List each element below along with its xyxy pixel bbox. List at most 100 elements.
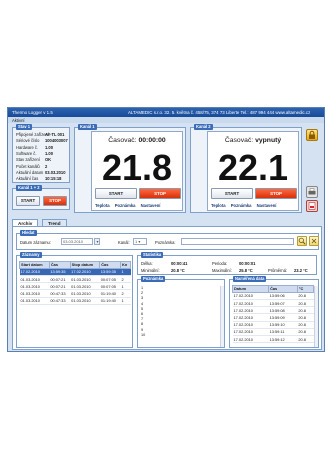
column-header[interactable]: Kn	[120, 261, 131, 269]
column-header[interactable]: Čas	[48, 261, 71, 269]
measured-data-table: Datum Čas °C 17.02.2010 13:59:06 20.8 17.02.2…	[231, 285, 315, 344]
table-cell: 13:59:08	[268, 306, 298, 315]
statistics-panel: Statistika Délka: 00:00:41 Perioda: 00:0…	[137, 252, 317, 275]
status-key: Aktuální čas	[16, 176, 39, 182]
channel-2-stop-button[interactable]: STOP	[255, 188, 297, 199]
table-row[interactable]: 17.02.2010 13:59:12 20.8	[232, 335, 314, 344]
channel-1-panel: Kanál 1 Časovač: 00:00:00 21.8 START STO…	[74, 124, 186, 213]
menu-item-aktivni[interactable]: Aktivní	[12, 118, 25, 123]
table-row[interactable]: 01.03.2010 00:07:21 01.03.2010 00:07:05 1	[19, 282, 131, 291]
table-cell: 13:59:11	[268, 328, 298, 336]
stat-period-label: Perioda:	[212, 261, 228, 266]
table-row[interactable]: 01.03.2010 00:07:21 01.03.2010 00:07:05 2	[19, 275, 131, 284]
archive-content: Hledat Datum záznamu: 03.03.2010 ▾ Kanál…	[12, 226, 322, 350]
table-cell: 17.02.2010	[232, 313, 269, 322]
channel-2-link-poznamka[interactable]: Poznámka	[231, 203, 252, 208]
column-header[interactable]: °C	[296, 285, 315, 293]
search-icon[interactable]	[297, 236, 307, 246]
table-cell: 01.03.2010	[70, 297, 100, 305]
channel-1-timer-value: 00:00:00	[138, 137, 166, 144]
date-dropdown-icon[interactable]: ▾	[94, 238, 100, 245]
note-panel-label: Poznámka	[141, 276, 166, 282]
date-field[interactable]: 03.03.2010	[61, 238, 93, 245]
note-line-number: 10	[141, 332, 146, 337]
table-cell: 1	[120, 268, 131, 276]
print-icon[interactable]	[306, 186, 318, 198]
status-value: 03.03.2010	[45, 169, 66, 175]
status-value: AY-TL 001	[45, 132, 65, 137]
table-cell: 13:59:09	[268, 313, 298, 322]
channel-1-link-nastaveni[interactable]: Nastavení	[141, 203, 161, 208]
channel-both-panel: Kanál 1 + 2 START STOP	[12, 185, 70, 210]
table-cell: 20.8	[297, 306, 314, 315]
table-row[interactable]: 01.03.2010 00:47:33 01.03.2010 01:19:40 1	[19, 297, 131, 305]
column-header[interactable]: Stop datum	[69, 261, 101, 269]
table-row[interactable]: 17.02.2010 13:59:09 20.8	[232, 313, 314, 322]
menu-bar: Aktivní	[8, 117, 324, 123]
column-header[interactable]: Čas	[99, 261, 122, 269]
channel-2-link-teplota[interactable]: Teplota	[211, 203, 226, 208]
channel-field[interactable]: 1 ▾	[133, 238, 147, 245]
status-value: 1.00	[45, 150, 53, 156]
table-cell: 13:59:06	[268, 292, 298, 300]
main-window: Thermo Logger v 1.5 ALTAMEDIC s.r.o. 32.…	[7, 107, 325, 352]
channel-2-links: Teplota Poznámka Nastavení	[211, 203, 280, 208]
lock-icon[interactable]	[306, 129, 318, 141]
table-cell: 01.03.2010	[19, 289, 50, 298]
table-cell: 00:47:33	[49, 289, 71, 298]
table-cell: 17.02.2010	[19, 268, 50, 276]
table-row[interactable]: 17.02.2010 13:59:07 20.8	[232, 299, 314, 308]
table-cell: 20.8	[297, 299, 314, 308]
export-icon[interactable]	[306, 200, 318, 212]
date-label: Datum záznamu:	[20, 240, 51, 245]
records-panel: Záznamy Start datum Čas Stop datum Čas Kn 17…	[16, 252, 133, 348]
stop-all-button[interactable]: STOP	[43, 196, 67, 206]
channel-1-start-button[interactable]: START	[95, 188, 137, 199]
table-cell: 13:59:35	[99, 268, 121, 276]
table-cell: 20.8	[297, 335, 314, 344]
channel-1-link-teplota[interactable]: Teplota	[95, 203, 110, 208]
records-table: Start datum Čas Stop datum Čas Kn 17.02.2010…	[19, 261, 131, 305]
stat-period-value: 00:00:01	[239, 261, 256, 266]
column-header[interactable]: Start datum	[19, 261, 50, 269]
channel-1-link-poznamka[interactable]: Poznámka	[115, 203, 136, 208]
channel-2-panel: Kanál 2 Časovač: vypnutý 22.1 START STOP…	[190, 124, 302, 213]
channel-2-start-button[interactable]: START	[211, 188, 253, 199]
column-header[interactable]: Datum	[231, 285, 270, 293]
channel-2-temperature: 22.1	[217, 147, 289, 188]
table-cell: 13:59:07	[268, 299, 298, 308]
channel-1-timer-label: Časovač:	[108, 137, 137, 144]
channel-2-display: Časovač: vypnutý 22.1 START STOP Teplota…	[207, 131, 299, 211]
table-row[interactable]: 17.02.2010 13:59:10 20.8	[232, 321, 314, 329]
statistics-panel-label: Statistika	[141, 252, 164, 258]
status-value: 10:15:18	[45, 176, 62, 182]
table-cell: 17.02.2010	[232, 299, 269, 308]
column-header[interactable]: Čas	[268, 285, 298, 293]
table-row[interactable]: 01.03.2010 00:47:33 01.03.2010 01:19:40 2	[19, 289, 131, 298]
table-cell: 2	[120, 289, 131, 298]
table-row[interactable]: 17.02.2010 13:59:11 20.8	[232, 328, 314, 336]
clear-icon[interactable]	[309, 236, 319, 246]
table-cell: 01.03.2010	[70, 282, 100, 291]
start-all-button[interactable]: START	[16, 196, 40, 206]
status-key: Aktuální datum	[16, 169, 44, 175]
table-row[interactable]: 17.02.2010 13:59:06 20.8	[232, 292, 314, 300]
measured-data-panel: Naměřená data Datum Čas °C 17.02.2010 13:59…	[229, 276, 319, 348]
table-row[interactable]: 17.02.2010 13:59:08 20.8	[232, 306, 314, 315]
table-cell: 01:19:40	[99, 297, 121, 305]
note-search-input[interactable]	[181, 238, 294, 245]
status-value: OK	[45, 157, 52, 163]
table-row[interactable]: 17.02.2010 13:59:35 17.02.2010 13:59:35 1	[19, 268, 131, 276]
status-value: 2	[45, 163, 48, 169]
measured-data-scrollbar[interactable]	[314, 286, 318, 347]
table-cell: 13:59:35	[49, 268, 71, 276]
table-cell: 17.02.2010	[232, 328, 269, 336]
measured-data-label: Naměřená data	[233, 276, 267, 282]
channel-1-stop-button[interactable]: STOP	[139, 188, 181, 199]
channel-2-link-nastaveni[interactable]: Nastavení	[257, 203, 277, 208]
search-panel-label: Hledat	[20, 230, 37, 236]
status-key: Stav zařízení	[16, 157, 40, 163]
note-scrollbar[interactable]	[220, 286, 224, 347]
channel-2-timer-value: vypnutý	[255, 137, 282, 144]
table-cell: 17.02.2010	[232, 321, 269, 329]
